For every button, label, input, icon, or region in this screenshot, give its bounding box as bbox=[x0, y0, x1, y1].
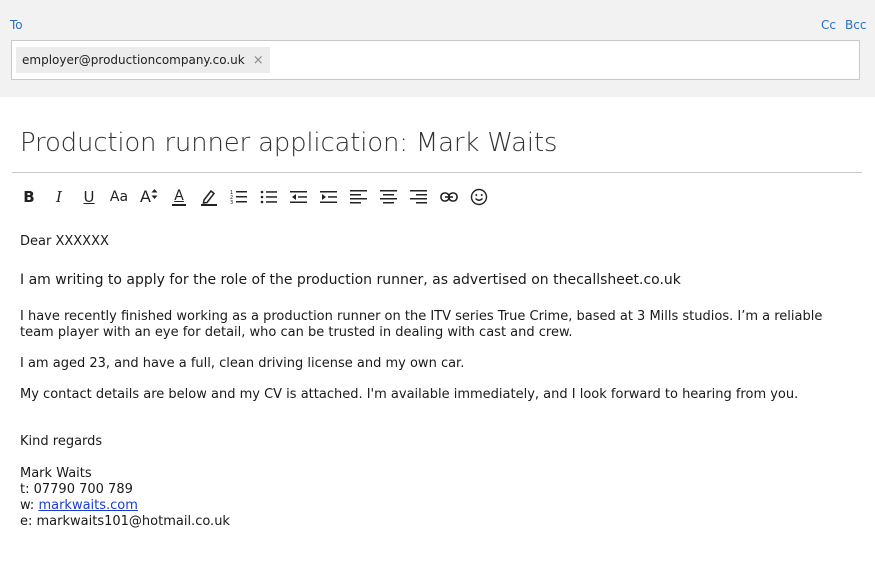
signoff: Kind regards bbox=[20, 434, 103, 449]
align-right-button[interactable] bbox=[404, 184, 434, 210]
grow-font-button[interactable]: A bbox=[134, 184, 164, 210]
signature-phone-line: t: 07790 700 789 bbox=[20, 482, 850, 498]
recipient-chip[interactable]: employer@productioncompany.co.uk × bbox=[16, 47, 270, 73]
font-size-icon: Aa bbox=[109, 189, 129, 205]
grow-font-icon: A bbox=[140, 189, 158, 205]
numbered-list-icon: 1 2 3 bbox=[230, 190, 247, 205]
to-label[interactable]: To bbox=[10, 18, 23, 32]
insert-link-button[interactable] bbox=[434, 184, 464, 210]
bold-icon: B bbox=[23, 187, 35, 206]
increase-indent-icon bbox=[320, 191, 337, 203]
font-color-button[interactable]: A bbox=[164, 184, 194, 210]
font-size-button[interactable]: Aa bbox=[104, 184, 134, 210]
bulleted-list-icon bbox=[260, 190, 277, 204]
bulleted-list-button[interactable] bbox=[254, 184, 284, 210]
signature-phone: 07790 700 789 bbox=[33, 482, 133, 497]
numbered-list-button[interactable]: 1 2 3 bbox=[224, 184, 254, 210]
underline-icon: U bbox=[83, 187, 95, 206]
underline-button[interactable]: U bbox=[74, 184, 104, 210]
availability-paragraph: My contact details are below and my CV i… bbox=[20, 387, 799, 402]
phone-prefix: t: bbox=[20, 482, 34, 497]
cc-link[interactable]: Cc bbox=[821, 18, 836, 32]
remove-recipient-icon[interactable]: × bbox=[253, 54, 264, 67]
signature-email: markwaits101@hotmail.co.uk bbox=[36, 514, 230, 529]
recipients-header: To Cc Bcc employer@productioncompany.co.… bbox=[0, 0, 875, 97]
align-center-icon bbox=[380, 190, 397, 204]
formatting-toolbar: B I U Aa A A 1 2 3 bbox=[14, 184, 494, 210]
bcc-link[interactable]: Bcc bbox=[845, 18, 866, 32]
details-paragraph: I am aged 23, and have a full, clean dri… bbox=[20, 356, 465, 371]
decrease-indent-icon bbox=[290, 191, 307, 203]
signature-email-line: e: markwaits101@hotmail.co.uk bbox=[20, 514, 850, 530]
subject-field[interactable]: Production runner application: Mark Wait… bbox=[20, 128, 557, 158]
signature-name: Mark Waits bbox=[20, 466, 92, 481]
align-left-icon bbox=[350, 190, 367, 204]
web-prefix: w: bbox=[20, 498, 39, 513]
font-color-icon: A bbox=[172, 189, 186, 206]
to-field[interactable]: employer@productioncompany.co.uk × bbox=[11, 40, 860, 80]
subject-divider bbox=[12, 172, 862, 173]
decrease-indent-button[interactable] bbox=[284, 184, 314, 210]
highlight-icon bbox=[201, 189, 217, 206]
highlight-button[interactable] bbox=[194, 184, 224, 210]
intro-paragraph: I am writing to apply for the role of th… bbox=[20, 272, 681, 288]
recipient-email: employer@productioncompany.co.uk bbox=[22, 53, 245, 67]
email-prefix: e: bbox=[20, 514, 37, 529]
align-right-icon bbox=[410, 190, 427, 204]
increase-indent-button[interactable] bbox=[314, 184, 344, 210]
bold-button[interactable]: B bbox=[14, 184, 44, 210]
italic-icon: I bbox=[56, 187, 62, 206]
svg-text:3: 3 bbox=[230, 200, 233, 205]
compose-window: To Cc Bcc employer@productioncompany.co.… bbox=[0, 0, 875, 575]
link-icon bbox=[440, 192, 458, 202]
signature-website-link[interactable]: markwaits.com bbox=[38, 498, 137, 513]
italic-button[interactable]: I bbox=[44, 184, 74, 210]
message-body[interactable]: Dear XXXXXX I am writing to apply for th… bbox=[20, 234, 850, 530]
signature-web-line: w: markwaits.com bbox=[20, 498, 850, 514]
align-center-button[interactable] bbox=[374, 184, 404, 210]
greeting: Dear XXXXXX bbox=[20, 234, 109, 249]
align-left-button[interactable] bbox=[344, 184, 374, 210]
experience-paragraph: I have recently finished working as a pr… bbox=[20, 309, 823, 340]
emoji-icon bbox=[470, 188, 488, 206]
emoji-button[interactable] bbox=[464, 184, 494, 210]
